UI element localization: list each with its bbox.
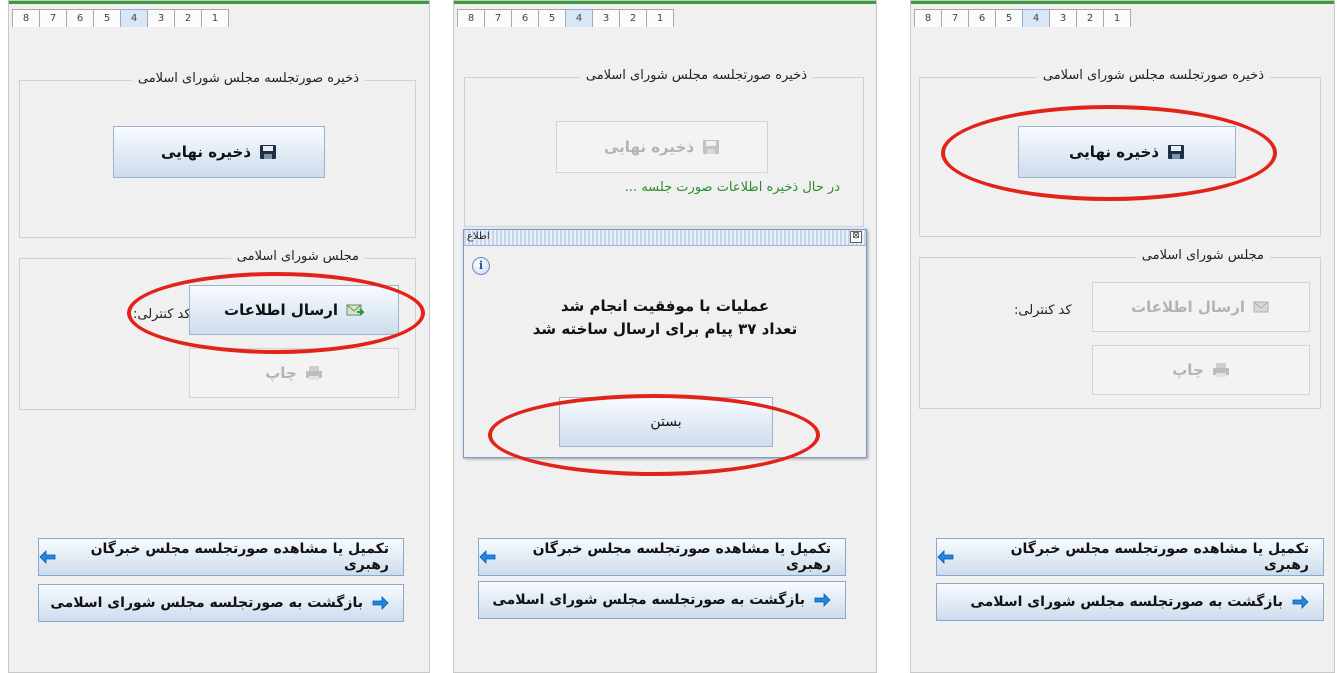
print-button[interactable]: چاپ (189, 348, 399, 398)
tab-7[interactable]: 7 (39, 9, 67, 27)
tab-1[interactable]: 1 (646, 9, 674, 27)
send-info-label: ارسال اطلاعات (1131, 298, 1246, 316)
tab-strip: 8 7 6 5 4 3 2 1 (457, 9, 674, 29)
print-label: چاپ (1172, 361, 1204, 379)
info-icon: i (472, 257, 490, 275)
print-label: چاپ (265, 364, 297, 382)
tab-4[interactable]: 4 (1022, 9, 1050, 27)
nav-back-button[interactable]: بازگشت به صورتجلسه مجلس شورای اسلامی (478, 581, 846, 619)
save-group-title: ذخیره صورتجلسه مجلس شورای اسلامی (1036, 68, 1270, 83)
nav-complete-label: تکمیل یا مشاهده صورتجلسه مجلس خبرگان رهب… (532, 541, 831, 573)
arrow-right-icon (371, 595, 389, 611)
tab-1[interactable]: 1 (201, 9, 229, 27)
saving-status-text: در حال ذخیره اطلاعات صورت جلسه ... (624, 180, 840, 195)
nav-back-label: بازگشت به صورتجلسه مجلس شورای اسلامی (50, 595, 363, 611)
tab-strip: 8 7 6 5 4 3 2 1 (914, 9, 1131, 29)
arrow-right-icon (813, 592, 831, 608)
nav-back-label: بازگشت به صورتجلسه مجلس شورای اسلامی (970, 594, 1283, 610)
nav-back-button[interactable]: بازگشت به صورتجلسه مجلس شورای اسلامی (936, 583, 1324, 621)
tab-8[interactable]: 8 (12, 9, 40, 27)
save-floppy-icon (259, 144, 277, 160)
tab-5[interactable]: 5 (93, 9, 121, 27)
tab-3[interactable]: 3 (1049, 9, 1077, 27)
nav-complete-button[interactable]: تکمیل یا مشاهده صورتجلسه مجلس خبرگان رهب… (936, 538, 1324, 576)
tab-6[interactable]: 6 (968, 9, 996, 27)
tab-3[interactable]: 3 (147, 9, 175, 27)
tab-2[interactable]: 2 (1076, 9, 1104, 27)
highlight-ring-send (127, 272, 425, 354)
panel-step-1: 8 7 6 5 4 3 2 1 ذخیره صورتجلسه مجلس شورا… (8, 0, 430, 673)
nav-complete-label: تکمیل یا مشاهده صورتجلسه مجلس خبرگان رهب… (1010, 541, 1309, 573)
tab-3[interactable]: 3 (592, 9, 620, 27)
arrow-right-icon (1291, 594, 1309, 610)
dialog-message-line-2: تعداد ۳۷ پیام برای ارسال ساخته شد (532, 320, 798, 338)
save-group-title: ذخیره صورتجلسه مجلس شورای اسلامی (131, 71, 365, 86)
dialog-title: اطلاع (467, 231, 490, 242)
parliament-group-title: مجلس شورای اسلامی (230, 249, 365, 264)
top-border (9, 1, 429, 4)
tab-6[interactable]: 6 (511, 9, 539, 27)
tab-8[interactable]: 8 (914, 9, 942, 27)
printer-icon (1212, 362, 1230, 378)
nav-complete-button[interactable]: تکمیل یا مشاهده صورتجلسه مجلس خبرگان رهب… (38, 538, 404, 576)
save-final-button[interactable]: ذخیره نهایی (113, 126, 325, 178)
tab-4[interactable]: 4 (120, 9, 148, 27)
arrow-left-icon (39, 549, 57, 565)
tab-4[interactable]: 4 (565, 9, 593, 27)
tab-7[interactable]: 7 (484, 9, 512, 27)
tab-5[interactable]: 5 (995, 9, 1023, 27)
control-code-label: کد کنترلی: (1014, 303, 1072, 318)
panel-step-3: 8 7 6 5 4 3 2 1 ذخیره صورتجلسه مجلس شورا… (910, 0, 1335, 673)
arrow-left-icon (937, 549, 955, 565)
save-floppy-icon (702, 139, 720, 155)
tab-2[interactable]: 2 (619, 9, 647, 27)
nav-complete-button[interactable]: تکمیل یا مشاهده صورتجلسه مجلس خبرگان رهب… (478, 538, 846, 576)
tab-5[interactable]: 5 (538, 9, 566, 27)
nav-complete-label: تکمیل یا مشاهده صورتجلسه مجلس خبرگان رهب… (90, 541, 389, 573)
top-border (454, 1, 876, 4)
dialog-message-line-1: عملیات با موفقیت انجام شد (560, 297, 770, 315)
save-final-label: ذخیره نهایی (604, 138, 695, 156)
save-final-label: ذخیره نهایی (161, 143, 252, 161)
send-info-button[interactable]: ارسال اطلاعات (1092, 282, 1310, 332)
save-final-button[interactable]: ذخیره نهایی (556, 121, 768, 173)
save-group-title: ذخیره صورتجلسه مجلس شورای اسلامی (579, 68, 813, 83)
close-icon[interactable]: ⊠ (850, 231, 862, 243)
highlight-ring-close (488, 394, 820, 476)
parliament-group-title: مجلس شورای اسلامی (1135, 248, 1270, 263)
tab-strip: 8 7 6 5 4 3 2 1 (12, 9, 229, 29)
dialog-titlebar: اطلاع ⊠ (464, 230, 866, 246)
arrow-left-icon (479, 549, 497, 565)
tab-7[interactable]: 7 (941, 9, 969, 27)
tab-1[interactable]: 1 (1103, 9, 1131, 27)
nav-back-button[interactable]: بازگشت به صورتجلسه مجلس شورای اسلامی (38, 584, 404, 622)
highlight-ring-save (941, 105, 1277, 201)
tab-8[interactable]: 8 (457, 9, 485, 27)
nav-back-label: بازگشت به صورتجلسه مجلس شورای اسلامی (492, 592, 805, 608)
printer-icon (305, 365, 323, 381)
print-button[interactable]: چاپ (1092, 345, 1310, 395)
send-mail-icon (1253, 299, 1271, 315)
tab-2[interactable]: 2 (174, 9, 202, 27)
top-border (911, 1, 1334, 4)
tab-6[interactable]: 6 (66, 9, 94, 27)
